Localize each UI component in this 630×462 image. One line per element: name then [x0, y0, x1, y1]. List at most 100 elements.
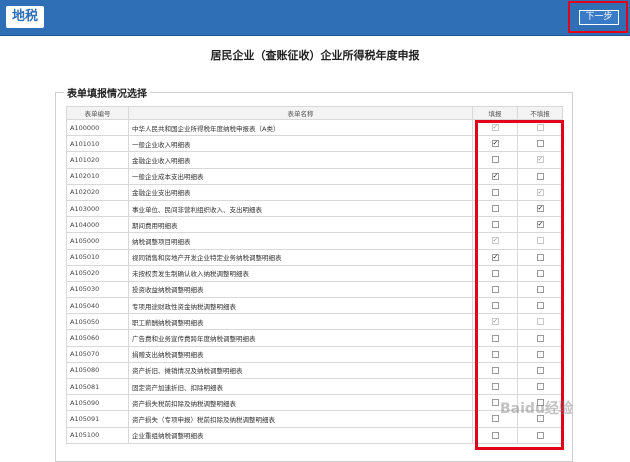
- fill-cell: ✓: [472, 135, 518, 153]
- next-button[interactable]: 下一步: [579, 10, 619, 25]
- table-row: A105070 捐赠支出纳税调整明细表: [66, 345, 563, 363]
- table-row: A101010 一般企业收入明细表 ✓: [66, 135, 563, 153]
- nofill-checkbox[interactable]: [536, 124, 544, 132]
- fill-checkbox[interactable]: [491, 221, 499, 229]
- form-name: 一般企业收入明细表: [128, 135, 473, 153]
- fill-checkbox[interactable]: [491, 383, 499, 391]
- form-code: A105030: [66, 280, 129, 299]
- table-row: A101020 金融企业收入明细表 ✓: [66, 151, 563, 169]
- nofill-cell: [517, 167, 563, 185]
- nofill-checkbox[interactable]: [536, 172, 544, 180]
- nofill-checkbox[interactable]: ✓: [536, 221, 544, 229]
- fill-checkbox[interactable]: ✓: [491, 237, 499, 245]
- form-name: 固定资产加速折旧、扣除明细表: [128, 377, 473, 396]
- nofill-checkbox[interactable]: [536, 269, 544, 277]
- nofill-checkbox[interactable]: [536, 140, 544, 148]
- form-name: 一般企业成本支出明细表: [128, 167, 473, 185]
- nofill-checkbox[interactable]: [536, 302, 544, 310]
- form-name: 捐赠支出纳税调整明细表: [128, 345, 473, 363]
- fill-checkbox[interactable]: ✓: [491, 253, 499, 261]
- table-row: A105040 专项用途财政性资金纳税调整明细表: [66, 297, 563, 315]
- nofill-cell: [517, 426, 563, 444]
- nofill-cell: [517, 264, 563, 282]
- table-row: A105060 广告费和业务宣传费跨年度纳税调整明细表: [66, 329, 563, 347]
- nofill-checkbox[interactable]: [536, 285, 544, 293]
- nofill-checkbox[interactable]: [536, 350, 544, 358]
- nofill-checkbox[interactable]: [536, 253, 544, 261]
- nofill-cell: ✓: [517, 199, 563, 218]
- fill-cell: ✓: [472, 248, 518, 266]
- nofill-checkbox[interactable]: [536, 334, 544, 342]
- nofill-cell: [517, 345, 563, 363]
- form-name: 企业重组纳税调整明细表: [128, 426, 473, 444]
- fill-checkbox[interactable]: [491, 350, 499, 358]
- nofill-checkbox[interactable]: [536, 431, 544, 439]
- nofill-cell: [517, 118, 563, 137]
- form-name: 资产折旧、摊销情况及纳税调整明细表: [128, 361, 473, 380]
- nofill-cell: [517, 313, 563, 331]
- form-name: 未按权责发生制确认收入纳税调整明细表: [128, 264, 473, 282]
- fill-checkbox[interactable]: [491, 334, 499, 342]
- fill-checkbox[interactable]: [491, 431, 499, 439]
- table-row: A100000 中华人民共和国企业所得税年度纳税申报表（A类） ✓: [66, 118, 563, 137]
- fill-cell: [472, 151, 518, 169]
- form-code: A101010: [66, 135, 129, 153]
- fill-cell: [472, 216, 518, 234]
- nofill-cell: ✓: [517, 151, 563, 169]
- form-code: A105060: [66, 329, 129, 347]
- fill-checkbox[interactable]: [491, 302, 499, 310]
- fill-cell: [472, 345, 518, 363]
- nofill-checkbox[interactable]: ✓: [536, 156, 544, 164]
- col-header-code: 表单编号: [66, 106, 129, 120]
- top-bar: 地税 下一步: [0, 0, 630, 36]
- nofill-checkbox[interactable]: ✓: [536, 205, 544, 213]
- fill-checkbox[interactable]: [491, 269, 499, 277]
- fill-checkbox[interactable]: [491, 285, 499, 293]
- watermark: Baidu经验: [500, 401, 573, 417]
- fill-checkbox[interactable]: [491, 205, 499, 213]
- form-code: A105020: [66, 264, 129, 282]
- fill-checkbox[interactable]: [491, 366, 499, 374]
- app-logo: 地税: [6, 6, 45, 28]
- nofill-cell: [517, 361, 563, 380]
- fill-checkbox[interactable]: [491, 399, 499, 407]
- table-row: A102020 金融企业支出明细表 ✓: [66, 183, 563, 201]
- form-name: 金融企业支出明细表: [128, 183, 473, 201]
- fill-cell: ✓: [472, 167, 518, 185]
- nofill-checkbox[interactable]: ✓: [536, 188, 544, 196]
- form-code: A105040: [66, 297, 129, 315]
- nofill-cell: [517, 297, 563, 315]
- fill-checkbox[interactable]: [491, 156, 499, 164]
- form-code: A105010: [66, 248, 129, 266]
- fill-checkbox[interactable]: [491, 188, 499, 196]
- fill-checkbox[interactable]: ✓: [491, 318, 499, 326]
- form-name: 期间费用明细表: [128, 216, 473, 234]
- fill-cell: ✓: [472, 232, 518, 250]
- nofill-cell: [517, 329, 563, 347]
- form-name: 资产损失税前扣除及纳税调整明细表: [128, 394, 473, 412]
- fill-cell: [472, 264, 518, 282]
- fill-checkbox[interactable]: ✓: [491, 140, 499, 148]
- nofill-checkbox[interactable]: [536, 383, 544, 391]
- nofill-cell: ✓: [517, 216, 563, 234]
- table-row: A105030 投资收益纳税调整明细表: [66, 280, 563, 299]
- form-table: 表单编号 表单名称 填报 不填报 A100000 中华人民共和国企业所得税年度纳税…: [66, 106, 563, 444]
- form-code: A105100: [66, 426, 129, 444]
- fill-checkbox[interactable]: ✓: [491, 172, 499, 180]
- form-code: A100000: [66, 118, 129, 137]
- fill-checkbox[interactable]: [491, 415, 499, 423]
- form-name: 事业单位、民间非营利组织收入、支出明细表: [128, 199, 473, 218]
- form-name: 专项用途财政性资金纳税调整明细表: [128, 297, 473, 315]
- fill-cell: [472, 361, 518, 380]
- form-name: 纳税调整项目明细表: [128, 232, 473, 250]
- nofill-checkbox[interactable]: [536, 318, 544, 326]
- nofill-cell: [517, 248, 563, 266]
- nofill-checkbox[interactable]: [536, 366, 544, 374]
- nofill-checkbox[interactable]: [536, 237, 544, 245]
- form-name: 广告费和业务宣传费跨年度纳税调整明细表: [128, 329, 473, 347]
- form-code: A104000: [66, 216, 129, 234]
- fill-checkbox[interactable]: ✓: [491, 124, 499, 132]
- form-name: 资产损失（专项申报）税前扣除及纳税调整明细表: [128, 410, 473, 428]
- form-name: 金融企业收入明细表: [128, 151, 473, 169]
- form-code: A105080: [66, 361, 129, 380]
